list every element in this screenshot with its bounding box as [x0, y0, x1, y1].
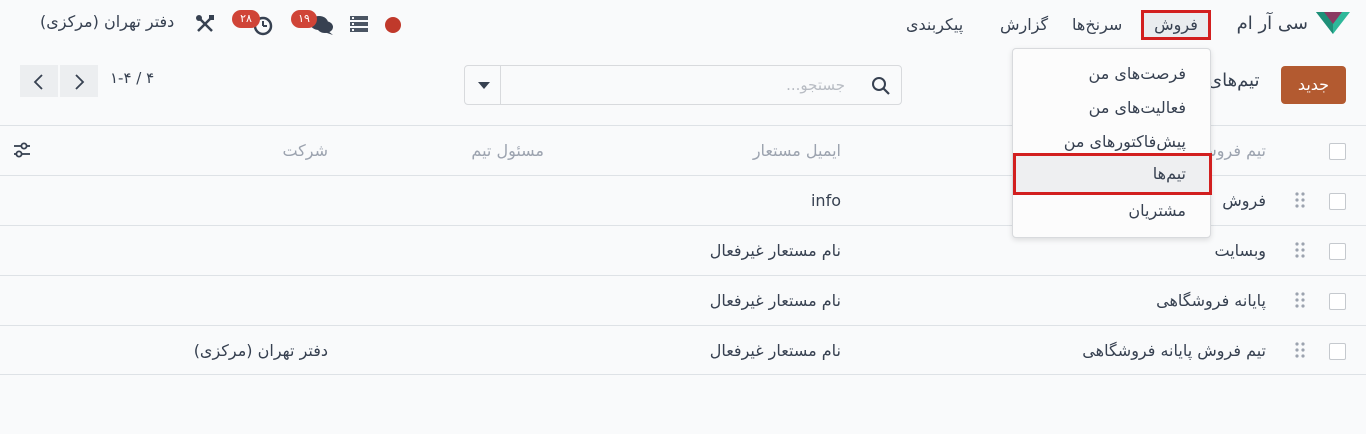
menu-item-teams[interactable]: تیم‌ها [1153, 164, 1186, 183]
select-all-checkbox[interactable] [1329, 143, 1346, 160]
app-name: سی آر ام [1236, 12, 1308, 34]
pager-next-button[interactable] [60, 65, 98, 97]
row-checkbox[interactable] [1329, 193, 1346, 210]
app-logo-icon [1316, 12, 1350, 34]
page-title[interactable]: تیم‌های [1208, 70, 1260, 91]
new-button[interactable]: جدید [1281, 66, 1346, 104]
row-checkbox[interactable] [1329, 293, 1346, 310]
search-options-toggle[interactable] [465, 66, 501, 104]
menu-leads[interactable]: سرنخ‌ها [1072, 10, 1122, 40]
drag-handle-icon[interactable] [1294, 290, 1306, 310]
header-email[interactable]: ایمیل مستعار [753, 126, 841, 176]
search-input[interactable] [505, 66, 845, 104]
brand[interactable]: سی آر ام [1237, 10, 1350, 36]
top-navbar: سی آر ام فروش سرنخ‌ها گزارش پیکربندی ۱۹ … [0, 0, 1366, 48]
activity-badge: ۲۸ [232, 10, 260, 28]
menu-item-my-quotations[interactable]: پیش‌فاکتورهای من [1064, 132, 1186, 151]
header-company[interactable]: شرکت [282, 126, 328, 176]
menu-item-customers[interactable]: مشتریان [1128, 201, 1186, 220]
team-name: پایانه فروشگاهی [1156, 291, 1266, 310]
team-email: نام مستعار غیرفعال [709, 241, 841, 260]
chevron-left-icon [33, 74, 43, 90]
status-dot-icon[interactable] [385, 17, 401, 33]
row-checkbox[interactable] [1329, 343, 1346, 360]
team-email: نام مستعار غیرفعال [709, 341, 841, 360]
table-row[interactable]: پایانه فروشگاهی نام مستعار غیرفعال [0, 275, 1366, 325]
menu-configuration[interactable]: پیکربندی [906, 10, 963, 40]
table-row[interactable]: تیم فروش پایانه فروشگاهی نام مستعار غیرف… [0, 325, 1366, 375]
database-icon[interactable] [349, 14, 369, 34]
pager-previous-button[interactable] [20, 65, 58, 97]
search-icon[interactable] [871, 76, 891, 96]
team-company: دفتر تهران (مرکزی) [193, 341, 328, 360]
company-switcher[interactable]: دفتر تهران (مرکزی) [40, 12, 174, 31]
search-box [464, 65, 902, 105]
menu-item-my-activities[interactable]: فعالیت‌های من [1089, 98, 1186, 117]
team-name: تیم فروش پایانه فروشگاهی [1082, 341, 1266, 360]
team-name: فروش [1222, 191, 1266, 210]
menu-item-my-opportunities[interactable]: فرصت‌های من [1089, 64, 1186, 83]
drag-handle-icon[interactable] [1294, 190, 1306, 210]
header-leader[interactable]: مسئول تیم [471, 126, 544, 176]
drag-handle-icon[interactable] [1294, 340, 1306, 360]
sales-dropdown-menu: فرصت‌های من فعالیت‌های من پیش‌فاکتورهای … [1012, 48, 1212, 238]
tools-icon[interactable] [195, 14, 215, 34]
row-checkbox[interactable] [1329, 243, 1346, 260]
menu-sales[interactable]: فروش [1141, 10, 1211, 40]
chat-badge: ۱۹ [291, 10, 317, 28]
chevron-right-icon [75, 74, 85, 90]
drag-handle-icon[interactable] [1294, 240, 1306, 260]
team-name: وبسایت [1214, 241, 1267, 260]
pager-value[interactable]: ۱-۴ / ۴ [110, 69, 154, 87]
team-email: info [810, 191, 841, 210]
team-email: نام مستعار غیرفعال [709, 291, 841, 310]
column-settings-icon[interactable] [12, 140, 32, 160]
menu-report[interactable]: گزارش [1000, 10, 1048, 40]
